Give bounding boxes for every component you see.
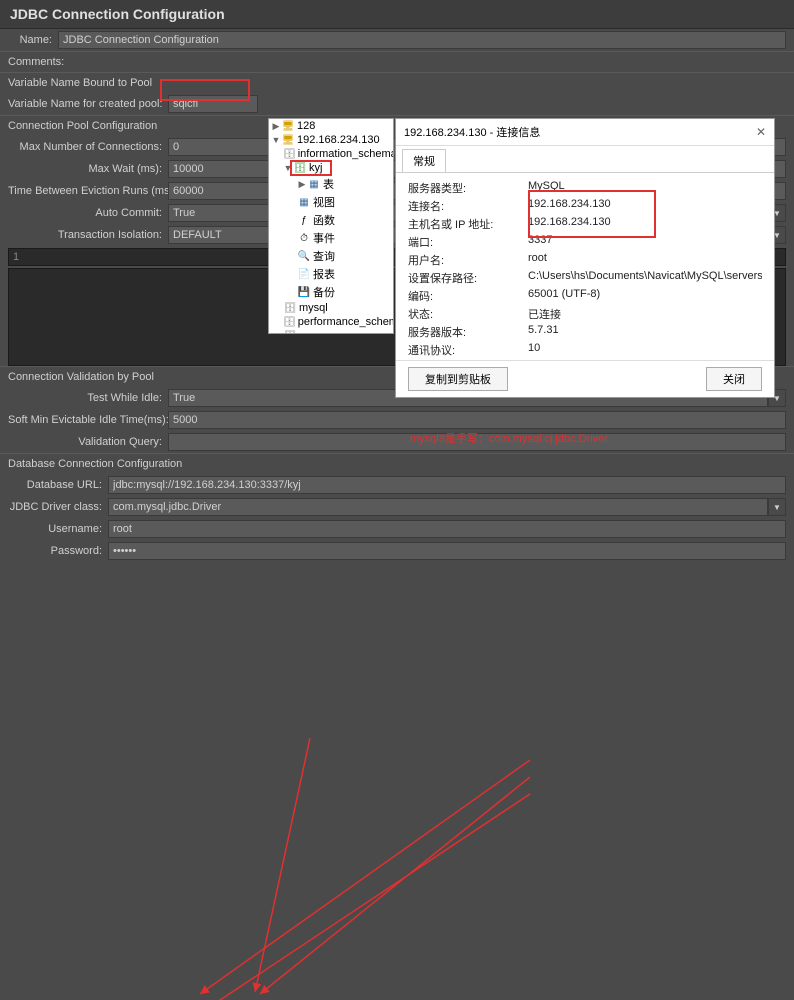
tree-item[interactable]: ƒ函数 bbox=[269, 211, 393, 229]
annotation-box bbox=[160, 79, 250, 101]
user-input[interactable] bbox=[108, 520, 786, 538]
database-icon: 🗄 bbox=[283, 148, 296, 160]
tree-item[interactable]: 📄报表 bbox=[269, 265, 393, 283]
info-row: 状态:已连接 bbox=[408, 305, 762, 323]
info-row: 编码:65001 (UTF-8) bbox=[408, 287, 762, 305]
table-icon: ▦ bbox=[307, 178, 321, 190]
annotation-box bbox=[528, 190, 656, 238]
tree-item[interactable]: 🗄information_schema bbox=[269, 147, 393, 161]
tree-item[interactable]: 🔍查询 bbox=[269, 247, 393, 265]
dialog-title: 192.168.234.130 - 连接信息 bbox=[404, 124, 540, 140]
tree-item[interactable]: ▶🖥128 bbox=[269, 119, 393, 133]
tree-item[interactable]: ▼🖥192.168.234.130 bbox=[269, 133, 393, 147]
soft-min-label: Soft Min Evictable Idle Time(ms): bbox=[8, 414, 168, 426]
tree-item[interactable]: 🗄performance_schema bbox=[269, 315, 393, 329]
auto-commit-label: Auto Commit: bbox=[8, 207, 168, 219]
database-icon: 🗄 bbox=[283, 302, 297, 314]
close-icon[interactable]: ✕ bbox=[756, 125, 766, 139]
connection-info-dialog: 192.168.234.130 - 连接信息 ✕ 常规 服务器类型:MySQL连… bbox=[395, 118, 775, 398]
report-icon: 📄 bbox=[297, 268, 311, 280]
tree-item[interactable]: 💾备份 bbox=[269, 283, 393, 301]
tab-general[interactable]: 常规 bbox=[402, 149, 446, 172]
pool-var-label: Variable Name for created pool: bbox=[8, 98, 168, 110]
pool-section-title: Variable Name Bound to Pool bbox=[0, 72, 794, 93]
pwd-label: Password: bbox=[8, 545, 108, 557]
query-label: Validation Query: bbox=[8, 436, 168, 448]
tree-item[interactable]: ⏱事件 bbox=[269, 229, 393, 247]
pwd-input[interactable] bbox=[108, 542, 786, 560]
time-between-label: Time Between Eviction Runs (ms): bbox=[8, 185, 168, 197]
max-conn-label: Max Number of Connections: bbox=[8, 141, 168, 153]
test-idle-label: Test While Idle: bbox=[8, 392, 168, 404]
driver-label: JDBC Driver class: bbox=[8, 501, 108, 513]
comments-label: Comments: bbox=[0, 51, 794, 72]
database-icon: 🗄 bbox=[283, 316, 296, 328]
copy-button[interactable]: 复制到剪贴板 bbox=[408, 367, 508, 391]
user-label: Username: bbox=[8, 523, 108, 535]
url-label: Database URL: bbox=[8, 479, 108, 491]
database-icon: 🗄 bbox=[283, 330, 297, 334]
name-label: Name: bbox=[8, 34, 58, 46]
page-title: JDBC Connection Configuration bbox=[0, 0, 794, 29]
url-input[interactable] bbox=[108, 476, 786, 494]
tree-item[interactable]: ▶▦表 bbox=[269, 175, 393, 193]
max-wait-label: Max Wait (ms): bbox=[8, 163, 168, 175]
info-row: 用户名:root bbox=[408, 251, 762, 269]
info-row: 服务器版本:5.7.31 bbox=[408, 323, 762, 341]
annotation-arrows bbox=[0, 562, 794, 1000]
info-row: 通讯协议:10 bbox=[408, 341, 762, 359]
db-tree-panel: ▶🖥128 ▼🖥192.168.234.130 🗄information_sch… bbox=[268, 118, 394, 334]
backup-icon: 💾 bbox=[297, 286, 311, 298]
soft-min-input[interactable] bbox=[168, 411, 786, 429]
name-input[interactable] bbox=[58, 31, 786, 49]
close-button[interactable]: 关闭 bbox=[706, 367, 762, 391]
view-icon: ▦ bbox=[297, 196, 311, 208]
function-icon: ƒ bbox=[297, 214, 311, 226]
annotation-box bbox=[290, 160, 332, 176]
chevron-down-icon[interactable]: ▼ bbox=[768, 498, 786, 516]
tree-item[interactable]: ▦视图 bbox=[269, 193, 393, 211]
event-icon: ⏱ bbox=[297, 232, 311, 244]
db-conn-title: Database Connection Configuration bbox=[0, 453, 794, 474]
tree-item[interactable]: 🗄sys bbox=[269, 329, 393, 334]
info-row: 设置保存路径:C:\Users\hs\Documents\Navicat\MyS… bbox=[408, 269, 762, 287]
trans-iso-label: Transaction Isolation: bbox=[8, 229, 168, 241]
driver-select[interactable] bbox=[108, 498, 768, 516]
query-icon: 🔍 bbox=[297, 250, 311, 262]
server-icon: 🖥 bbox=[281, 134, 295, 146]
tree-item[interactable]: 🗄mysql bbox=[269, 301, 393, 315]
annotation-text: mysql8是手写：com.mysql.cj.jdbc.Driver bbox=[410, 430, 608, 446]
server-icon: 🖥 bbox=[281, 120, 295, 132]
